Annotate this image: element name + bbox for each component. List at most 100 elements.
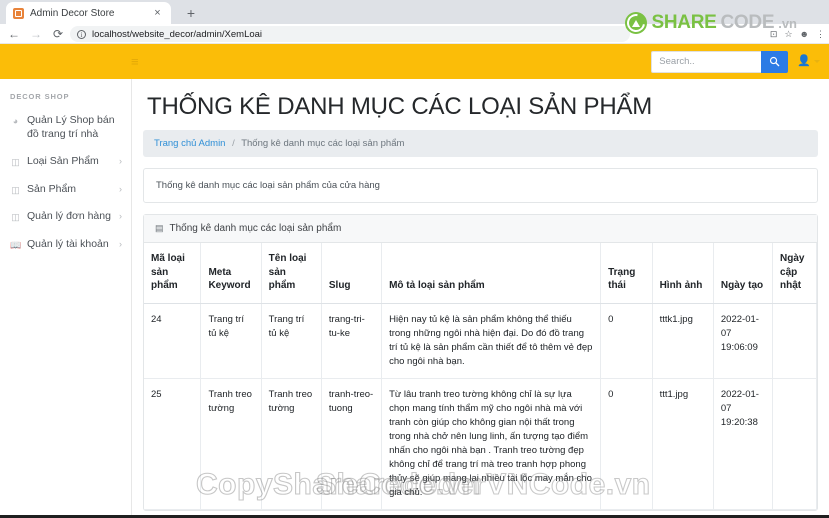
window-icon: ◫ [11,212,20,222]
column-header-trang-thai: Trạng thái [600,243,653,304]
cell-mo-ta: Hiện nay tủ kệ là sản phẩm không thể thi… [381,303,602,379]
back-icon[interactable]: ← [4,24,24,44]
cell-ten-loai: Tranh treo tường [261,378,322,510]
sidebar-item-label: Quản lý tài khoản [27,237,109,250]
sidebar-item-san-pham[interactable]: ◫ Sản Phẩm › [0,176,131,204]
user-avatar-icon: 👤 [797,55,811,67]
tab-favicon-icon [13,7,24,19]
chevron-right-icon: › [119,238,122,249]
table-header-row: Mã loại sản phẩm Meta Keyword Tên loại s… [144,243,817,304]
sidebar-item-dashboard[interactable]: ◕ Quản Lý Shop bán đồ trang trí nhà [0,107,131,148]
column-header-ma-loai: Mã loại sản phẩm [144,243,202,304]
table-card-title: Thống kê danh mục các loại sản phẩm [169,223,342,234]
site-info-icon[interactable]: i [77,29,86,39]
cell-ngay-cap-nhat [772,378,817,510]
table-row: 24 Trang trí tủ kệ Trang trí tủ kệ trang… [144,303,817,379]
sidebar-item-label: Sản Phẩm [27,182,77,195]
book-icon: 📖 [10,239,22,250]
browser-tab[interactable]: Admin Decor Store × [6,2,171,24]
window-icon: ◫ [11,157,20,167]
sidebar-item-loai-san-pham[interactable]: ◫ Loại Sản Phẩm › [0,148,131,176]
table-card-header: ▤ Thống kê danh mục các loại sản phẩm [144,215,817,243]
sidebar-item-label: Quản Lý Shop bán đồ trang trí nhà [27,114,115,140]
column-header-blank [816,243,817,304]
table-head: Mã loại sản phẩm Meta Keyword Tên loại s… [144,243,817,304]
info-card-text: Thống kê danh mục các loại sản phẩm của … [156,180,380,191]
cell-mo-ta: Từ lâu tranh treo tường không chỉ là sự … [381,378,602,510]
user-menu[interactable]: 👤 [797,56,820,67]
address-bar-url: localhost/website_decor/admin/XemLoai [92,28,263,40]
app-navbar: ≡ 👤 [0,44,829,79]
breadcrumb: Trang chủ Admin / Thống kê danh mục các … [143,130,818,157]
navbar-right-group: 👤 [651,50,820,73]
cell-blank [816,378,817,510]
column-header-ngay-tao: Ngày tạo [713,243,774,304]
cell-ngay-tao: 2022-01-07 19:06:09 [713,303,774,379]
reload-icon[interactable]: ⟳ [48,24,68,44]
cell-meta: Tranh treo tường [200,378,262,510]
cell-meta: Trang trí tủ kệ [200,303,262,379]
dashboard-icon: ◕ [12,116,19,126]
table-body: 24 Trang trí tủ kệ Trang trí tủ kệ trang… [144,303,817,510]
cell-slug: tranh-treo-tuong [321,378,383,510]
table-icon: ▤ [155,223,164,233]
breadcrumb-current: Thống kê danh mục các loại sản phẩm [241,138,405,149]
sidebar-item-quan-ly-don-hang[interactable]: ◫ Quản lý đơn hàng › [0,203,131,231]
forward-icon[interactable]: → [26,24,46,44]
address-bar[interactable]: i localhost/website_decor/admin/XemLoai [70,26,630,42]
profile-icon[interactable]: ☻ [800,29,809,39]
sidebar-item-quan-ly-tai-khoan[interactable]: 📖 Quản lý tài khoản › [0,231,131,259]
cell-trang-thai: 0 [600,378,653,510]
menu-icon[interactable]: ⋮ [816,29,825,39]
column-header-meta: Meta Keyword [200,243,262,304]
category-statistics-table: Mã loại sản phẩm Meta Keyword Tên loại s… [144,243,817,510]
new-tab-button[interactable]: + [182,4,200,22]
table-card: ▤ Thống kê danh mục các loại sản phẩm Mã… [143,214,818,511]
cell-slug: trang-tri-tu-ke [321,303,383,379]
breadcrumb-separator: / [232,138,235,149]
column-header-slug: Slug [321,243,383,304]
table-row: 25 Tranh treo tường Tranh treo tường tra… [144,378,817,510]
cell-ma-loai: 24 [144,303,202,379]
browser-tab-strip: Admin Decor Store × + [0,0,829,24]
toolbar-icon-group: ⊡ ☆ ☻ ⋮ [770,24,825,44]
cell-ma-loai: 25 [144,378,202,510]
cell-ngay-cap-nhat [772,303,817,379]
chevron-down-icon [814,60,820,63]
hamburger-menu-icon[interactable]: ≡ [131,55,139,68]
tab-title: Admin Decor Store [30,7,115,19]
search-button[interactable] [761,50,789,73]
info-card: Thống kê danh mục các loại sản phẩm của … [143,168,818,203]
cell-blank [816,303,817,379]
column-header-hinh-anh: Hình ảnh [652,243,714,304]
install-icon[interactable]: ⊡ [770,29,778,39]
cell-hinh-anh: ttt1.jpg [652,378,714,510]
navigation-buttons: ← → ⟳ [4,24,68,44]
column-header-ngay-cap-nhat: Ngày cập nhật [772,243,817,304]
browser-window: Admin Decor Store × + ← → ⟳ i localhost/… [0,0,829,518]
sidebar-item-label: Loại Sản Phẩm [27,155,99,167]
cell-trang-thai: 0 [600,303,653,379]
page-title: THỐNG KÊ DANH MỤC CÁC LOẠI SẢN PHẨM [147,93,653,120]
column-header-mo-ta: Mô tả loại sản phẩm [381,243,602,304]
cell-ten-loai: Trang trí tủ kệ [261,303,322,379]
table-scroll-container[interactable]: Mã loại sản phẩm Meta Keyword Tên loại s… [144,243,817,510]
cell-ngay-tao: 2022-01-07 19:20:38 [713,378,774,510]
column-header-ten-loai: Tên loại sản phẩm [261,243,322,304]
breadcrumb-home-link[interactable]: Trang chủ Admin [154,138,225,149]
chevron-right-icon: › [119,211,122,221]
cell-hinh-anh: tttk1.jpg [652,303,714,379]
search-box [651,50,789,73]
close-icon[interactable]: × [151,7,164,19]
sidebar-heading: DECOR SHOP [10,92,70,101]
search-icon [770,56,780,67]
search-input[interactable] [651,50,762,73]
chevron-right-icon: › [119,156,122,166]
sidebar-item-label: Quản lý đơn hàng [27,210,111,222]
main-content: THỐNG KÊ DANH MỤC CÁC LOẠI SẢN PHẨM Tran… [132,79,829,518]
chevron-right-icon: › [119,183,122,194]
browser-toolbar: ← → ⟳ i localhost/website_decor/admin/Xe… [0,24,829,44]
sidebar: DECOR SHOP ◕ Quản Lý Shop bán đồ trang t… [0,79,132,518]
window-icon: ◫ [11,184,20,195]
bookmark-star-icon[interactable]: ☆ [784,29,792,39]
